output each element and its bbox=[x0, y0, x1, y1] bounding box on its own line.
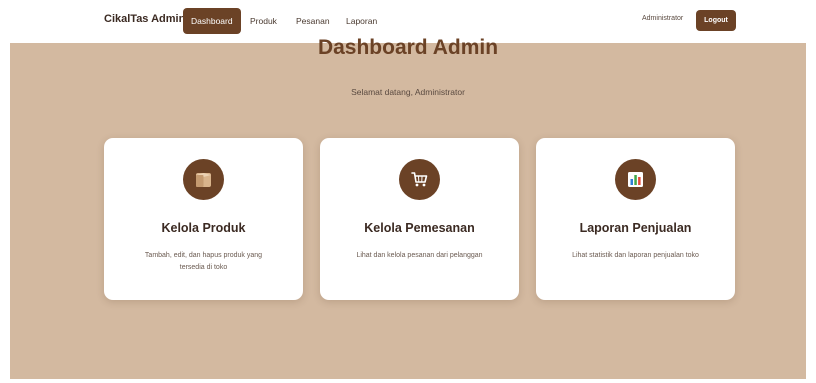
card-kelola-produk[interactable]: Kelola Produk Tambah, edit, dan hapus pr… bbox=[104, 138, 303, 300]
card-kelola-pemesanan[interactable]: Kelola Pemesanan Lihat dan kelola pesana… bbox=[320, 138, 519, 300]
card-description: Lihat dan kelola pesanan dari pelanggan bbox=[356, 252, 483, 259]
brand-logo-text[interactable]: CikalTas Admin bbox=[104, 13, 185, 25]
card-icon-circle bbox=[399, 159, 440, 200]
logout-button[interactable]: Logout bbox=[696, 10, 736, 31]
card-icon-circle bbox=[183, 159, 224, 200]
shopping-cart-icon bbox=[411, 172, 428, 187]
box-icon bbox=[196, 173, 211, 187]
current-user-label: Administrator bbox=[642, 15, 684, 22]
bar-chart-icon bbox=[628, 172, 643, 187]
card-laporan-penjualan[interactable]: Laporan Penjualan Lihat statistik dan la… bbox=[536, 138, 735, 300]
nav-link-laporan[interactable]: Laporan bbox=[346, 8, 377, 34]
card-title: Laporan Penjualan bbox=[579, 221, 692, 235]
page-title: Dashboard Admin bbox=[317, 36, 499, 59]
card-description: Tambah, edit, dan hapus produk yang ters… bbox=[144, 252, 263, 271]
card-icon-circle bbox=[615, 159, 656, 200]
nav-link-dashboard[interactable]: Dashboard bbox=[183, 8, 241, 34]
nav-link-produk[interactable]: Produk bbox=[250, 8, 277, 34]
card-title: Kelola Produk bbox=[161, 221, 246, 235]
welcome-message: Selamat datang, Administrator bbox=[351, 87, 465, 97]
card-description: Lihat statistik dan laporan penjualan to… bbox=[572, 252, 699, 259]
card-title: Kelola Pemesanan bbox=[364, 221, 475, 235]
nav-link-pesanan[interactable]: Pesanan bbox=[296, 8, 330, 34]
